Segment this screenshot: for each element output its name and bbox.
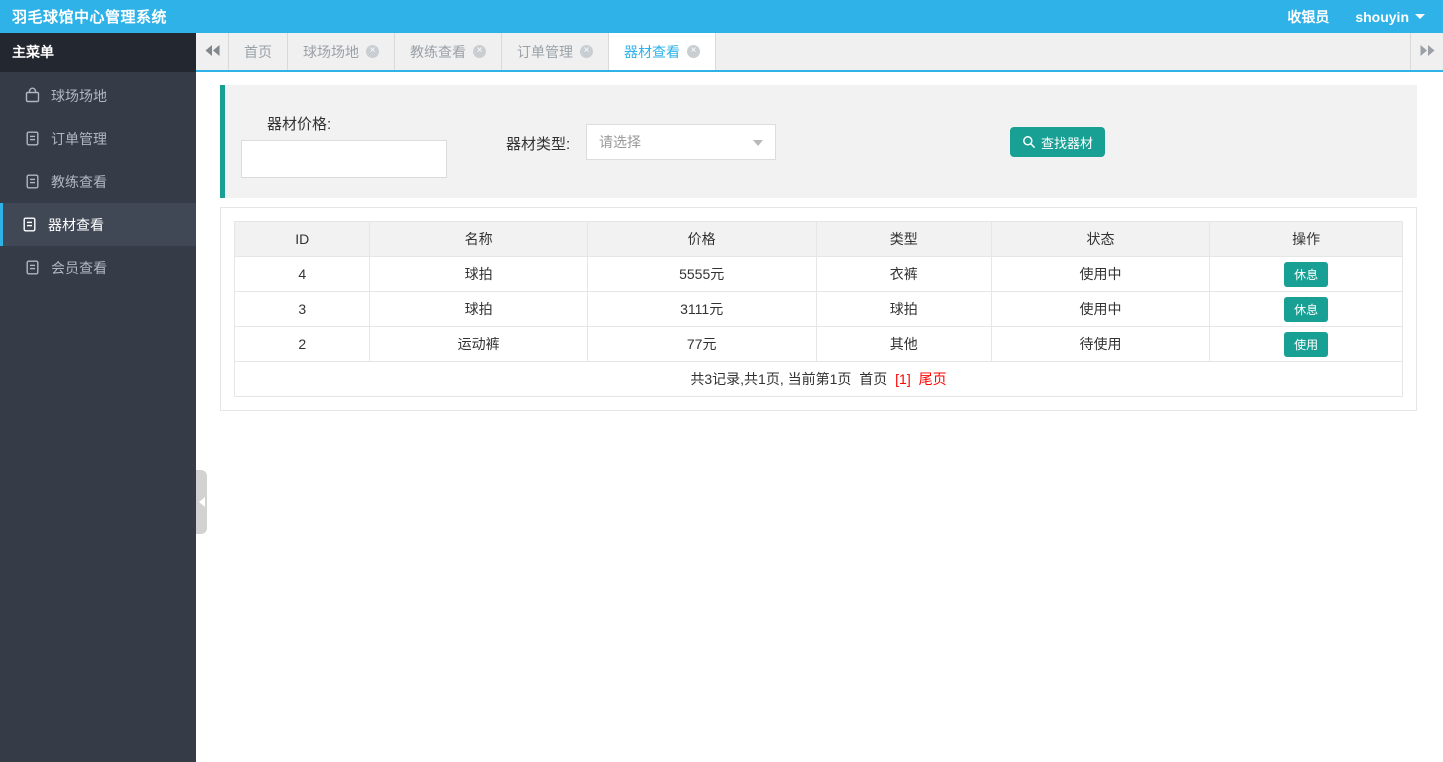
sidebar-item-members[interactable]: 会员查看 xyxy=(0,246,196,289)
tab-coach[interactable]: 教练查看 × xyxy=(395,33,502,70)
cell-status: 使用中 xyxy=(991,292,1209,327)
sidebar-item-label: 器材查看 xyxy=(48,215,104,235)
double-chevron-right-icon xyxy=(1420,43,1435,61)
app-title: 羽毛球馆中心管理系统 xyxy=(0,6,167,27)
column-header: 名称 xyxy=(370,222,587,257)
tab-court[interactable]: 球场场地 × xyxy=(288,33,395,70)
cell-action: 使用 xyxy=(1210,327,1403,362)
tab-label: 器材查看 xyxy=(624,42,680,62)
cell-status: 待使用 xyxy=(991,327,1209,362)
equipment-price-label: 器材价格: xyxy=(267,113,331,134)
tab-close-icon[interactable]: × xyxy=(473,45,486,58)
user-role-link[interactable]: 收银员 xyxy=(1287,7,1329,27)
search-button-label: 查找器材 xyxy=(1041,133,1093,152)
tab-close-icon[interactable]: × xyxy=(687,45,700,58)
tab-orders[interactable]: 订单管理 × xyxy=(502,33,609,70)
tab-home[interactable]: 首页 xyxy=(229,33,288,70)
cell-name: 球拍 xyxy=(370,257,587,292)
equipment-table: ID名称价格类型状态操作 4球拍5555元衣裤使用中休息3球拍3111元球拍使用… xyxy=(234,221,1403,397)
tab-scroll-left-button[interactable] xyxy=(196,33,229,70)
pagination-current-page-link[interactable]: [1] xyxy=(895,371,911,387)
table-row: 2运动裤77元其他待使用 使用 xyxy=(235,327,1403,362)
equipment-type-label: 器材类型: xyxy=(506,133,570,154)
cell-action: 休息 xyxy=(1210,257,1403,292)
sidebar-menu: 球场场地订单管理教练查看器材查看会员查看 xyxy=(0,72,196,289)
cell-status: 使用中 xyxy=(991,257,1209,292)
tab-close-icon[interactable]: × xyxy=(366,45,379,58)
sidebar-item-label: 球场场地 xyxy=(51,86,107,106)
tab-label: 教练查看 xyxy=(410,42,466,62)
column-header: 操作 xyxy=(1210,222,1403,257)
column-header: ID xyxy=(235,222,370,257)
user-area: 收银员 shouyin xyxy=(1287,7,1443,27)
tab-strip: 首页 球场场地 × 教练查看 × 订单管理 × 器材查看 × xyxy=(229,33,716,70)
top-header-bar: 羽毛球馆中心管理系统 收银员 shouyin xyxy=(0,0,1443,33)
sidebar-item-label: 教练查看 xyxy=(51,172,107,192)
table-row: 3球拍3111元球拍使用中休息 xyxy=(235,292,1403,327)
cell-name: 运动裤 xyxy=(370,327,587,362)
sidebar-item-court[interactable]: 球场场地 xyxy=(0,74,196,117)
cell-type: 衣裤 xyxy=(816,257,991,292)
cell-id: 2 xyxy=(235,327,370,362)
tab-equipment[interactable]: 器材查看 × xyxy=(609,33,716,70)
row-action-button[interactable]: 使用 xyxy=(1284,332,1328,357)
column-header: 类型 xyxy=(816,222,991,257)
table-header-row: ID名称价格类型状态操作 xyxy=(235,222,1403,257)
chevron-down-icon xyxy=(1415,14,1425,19)
pagination-first-link[interactable]: 首页 xyxy=(859,371,887,387)
double-chevron-left-icon xyxy=(205,43,220,61)
document-icon xyxy=(21,216,38,233)
tab-label: 订单管理 xyxy=(517,42,573,62)
main-content: 器材价格: 器材类型: 请选择 查找器材 ID名称价格类型状态操作 xyxy=(196,72,1443,762)
cell-price: 77元 xyxy=(587,327,816,362)
equipment-table-panel: ID名称价格类型状态操作 4球拍5555元衣裤使用中休息3球拍3111元球拍使用… xyxy=(220,207,1417,411)
app-window: 羽毛球馆中心管理系统 收银员 shouyin 主菜单 球场场地订单管理教练查看器… xyxy=(0,0,1443,762)
user-menu[interactable]: shouyin xyxy=(1355,9,1425,25)
sidebar-item-orders[interactable]: 订单管理 xyxy=(0,117,196,160)
pagination-last-link[interactable]: 尾页 xyxy=(919,371,947,387)
sidebar-item-label: 订单管理 xyxy=(51,129,107,149)
sidebar-collapse-handle[interactable] xyxy=(196,470,207,534)
username-label: shouyin xyxy=(1355,9,1409,25)
search-filter-panel: 器材价格: 器材类型: 请选择 查找器材 xyxy=(220,85,1417,198)
cell-action: 休息 xyxy=(1210,292,1403,327)
tab-scroll-right-button[interactable] xyxy=(1410,33,1443,70)
cell-price: 5555元 xyxy=(587,257,816,292)
column-header: 价格 xyxy=(587,222,816,257)
cell-name: 球拍 xyxy=(370,292,587,327)
pagination: 共3记录,共1页, 当前第1页 首页 [1] 尾页 xyxy=(235,362,1403,397)
sidebar: 主菜单 球场场地订单管理教练查看器材查看会员查看 xyxy=(0,33,196,762)
cell-id: 4 xyxy=(235,257,370,292)
row-action-button[interactable]: 休息 xyxy=(1284,262,1328,287)
chevron-left-icon xyxy=(199,497,205,507)
equipment-type-select[interactable]: 请选择 xyxy=(586,124,776,160)
pagination-summary: 共3记录,共1页, 当前第1页 xyxy=(690,371,851,387)
document-icon xyxy=(24,259,41,276)
table-row: 4球拍5555元衣裤使用中 休息 xyxy=(235,257,1403,292)
cell-type: 球拍 xyxy=(816,292,991,327)
pagination-row: 共3记录,共1页, 当前第1页 首页 [1] 尾页 xyxy=(235,362,1403,397)
tab-label: 球场场地 xyxy=(303,42,359,62)
search-equipment-button[interactable]: 查找器材 xyxy=(1010,127,1105,157)
cell-type: 其他 xyxy=(816,327,991,362)
document-icon xyxy=(24,173,41,190)
chevron-down-icon xyxy=(753,140,763,146)
tab-label: 首页 xyxy=(244,42,272,62)
sidebar-item-label: 会员查看 xyxy=(51,258,107,278)
column-header: 状态 xyxy=(991,222,1209,257)
tab-close-icon[interactable]: × xyxy=(580,45,593,58)
bag-icon xyxy=(24,87,41,104)
tab-bar: 首页 球场场地 × 教练查看 × 订单管理 × 器材查看 × xyxy=(196,33,1443,72)
sidebar-title: 主菜单 xyxy=(0,33,196,72)
row-action-button[interactable]: 休息 xyxy=(1284,297,1328,322)
document-icon xyxy=(24,130,41,147)
equipment-price-input[interactable] xyxy=(241,140,447,178)
sidebar-item-equipment[interactable]: 器材查看 xyxy=(0,203,196,246)
search-icon xyxy=(1022,135,1036,149)
panel-accent-bar xyxy=(220,85,225,198)
equipment-type-selected-value: 请选择 xyxy=(599,132,641,152)
sidebar-item-coach[interactable]: 教练查看 xyxy=(0,160,196,203)
cell-price: 3111元 xyxy=(587,292,816,327)
cell-id: 3 xyxy=(235,292,370,327)
